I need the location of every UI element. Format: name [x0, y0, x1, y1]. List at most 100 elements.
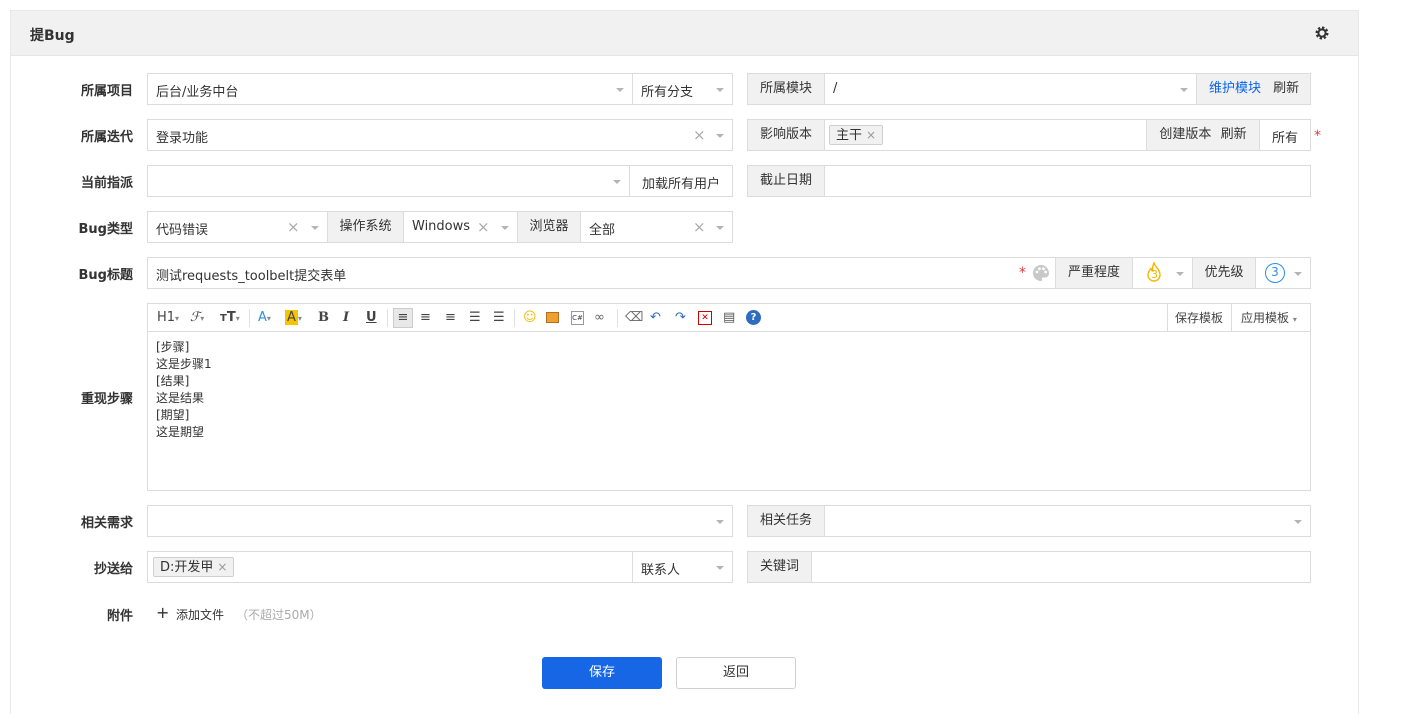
module-actions: 维护模块 刷新: [1196, 73, 1311, 105]
build-select[interactable]: 主干 ×: [824, 119, 1147, 151]
heading-button[interactable]: H1▾: [157, 309, 179, 327]
steps-line: 这是步骤1: [156, 357, 212, 371]
clear-icon[interactable]: ×: [693, 218, 706, 236]
mailto-select[interactable]: D:开发甲 ×: [147, 551, 633, 583]
align-right-icon[interactable]: ≡: [445, 309, 456, 327]
remove-tag-icon[interactable]: ×: [866, 128, 876, 142]
mailto-tag: D:开发甲 ×: [153, 557, 235, 577]
back-button[interactable]: 返回: [676, 657, 796, 689]
steps-editor[interactable]: [步骤] 这是步骤1 [结果] 这是结果 [期望] 这是期望: [147, 331, 1311, 491]
add-file-link[interactable]: 添加文件: [176, 606, 224, 623]
priority-select[interactable]: 3: [1255, 257, 1311, 289]
maintain-module-link[interactable]: 维护模块: [1209, 81, 1261, 96]
unordered-list-icon[interactable]: ☰: [493, 309, 505, 327]
italic-button[interactable]: I: [343, 309, 349, 327]
ordered-list-icon[interactable]: ☰: [469, 309, 481, 327]
save-template-button[interactable]: 保存模板: [1175, 309, 1223, 327]
steps-line: 这是期望: [156, 425, 205, 439]
align-center-icon[interactable]: ≡: [420, 309, 431, 327]
palette-icon[interactable]: [1031, 263, 1051, 283]
refresh-module-link[interactable]: 刷新: [1273, 81, 1299, 96]
create-build-link[interactable]: 创建版本: [1159, 127, 1211, 142]
iteration-label: 所属迭代: [80, 130, 133, 145]
clear-icon[interactable]: ×: [693, 126, 706, 144]
build-addon: 影响版本: [747, 119, 825, 151]
emoji-icon[interactable]: ☺: [523, 309, 537, 327]
story-label: 相关需求: [80, 516, 133, 531]
story-select[interactable]: [147, 505, 733, 537]
redo-icon[interactable]: ↷: [675, 309, 686, 327]
chevron-down-icon: [311, 226, 319, 230]
os-addon: 操作系统: [327, 211, 404, 243]
all-builds-toggle[interactable]: 所有: [1259, 119, 1311, 151]
refresh-build-link[interactable]: 刷新: [1221, 127, 1247, 142]
severity-addon: 严重程度: [1055, 257, 1133, 289]
os-select[interactable]: Windows ×: [403, 211, 518, 243]
eraser-icon[interactable]: ⌫: [625, 309, 643, 327]
remove-tag-icon[interactable]: ×: [217, 560, 227, 574]
keywords-addon: 关键词: [747, 551, 812, 583]
undo-icon[interactable]: ↶: [650, 309, 661, 327]
assign-label: 当前指派: [80, 176, 133, 191]
bug-type-select[interactable]: 代码错误 ×: [147, 211, 328, 243]
help-icon[interactable]: ?: [746, 310, 761, 325]
steps-label: 重现步骤: [80, 392, 133, 407]
font-color-button[interactable]: A▾: [258, 309, 271, 327]
clear-icon[interactable]: ×: [287, 218, 300, 236]
task-addon: 相关任务: [747, 505, 825, 537]
clear-icon[interactable]: ×: [477, 218, 490, 236]
link-icon[interactable]: ∞: [594, 309, 605, 327]
editor-toolbar: H1▾ ℱ▾ TT▾ A▾ A ▾ B I U ≡ ≡ ≡ ☰ ☰ ☺ C# ∞ …: [147, 303, 1311, 332]
chevron-down-icon: [716, 88, 724, 92]
chevron-down-icon: [501, 226, 509, 230]
branch-select[interactable]: 所有分支: [632, 73, 733, 105]
keywords-input[interactable]: [811, 551, 1311, 583]
steps-line: [期望]: [156, 408, 190, 422]
required-mark: *: [1314, 128, 1321, 144]
product-select[interactable]: 后台/业务中台: [147, 73, 633, 105]
image-icon[interactable]: [546, 312, 559, 323]
load-all-users-button[interactable]: 加载所有用户: [629, 165, 733, 197]
plus-icon[interactable]: +: [156, 603, 169, 622]
required-mark: *: [1019, 265, 1026, 281]
steps-line: 这是结果: [156, 391, 205, 405]
task-select[interactable]: [824, 505, 1311, 537]
highlight-button[interactable]: A ▾: [285, 309, 302, 327]
module-select[interactable]: /: [824, 73, 1197, 105]
chevron-down-icon: [1294, 272, 1302, 276]
chevron-down-icon: [1176, 272, 1184, 276]
chevron-down-icon: [716, 226, 724, 230]
bold-button[interactable]: B: [318, 309, 329, 327]
apply-template-button[interactable]: 应用模板 ▾: [1241, 309, 1297, 327]
module-addon: 所属模块: [747, 73, 825, 105]
build-tag: 主干 ×: [829, 125, 884, 145]
title-label: Bug标题: [78, 268, 133, 283]
fullscreen-icon[interactable]: ✕: [698, 311, 712, 325]
assign-select[interactable]: [147, 165, 630, 197]
chevron-down-icon: [716, 520, 724, 524]
severity-select[interactable]: 3: [1132, 257, 1193, 289]
underline-button[interactable]: U: [366, 309, 377, 327]
chevron-down-icon: [1294, 520, 1302, 524]
save-button[interactable]: 保存: [542, 657, 662, 689]
steps-line: [步骤]: [156, 340, 190, 354]
deadline-input[interactable]: [824, 165, 1311, 197]
file-size-hint: （不超过50M）: [236, 608, 322, 622]
code-icon[interactable]: C#: [571, 311, 584, 325]
iteration-select[interactable]: 登录功能 ×: [147, 119, 733, 151]
contacts-select[interactable]: 联系人: [632, 551, 733, 583]
title-input[interactable]: 测试requests_toolbelt提交表单 *: [147, 257, 1056, 289]
paste-icon[interactable]: ▤: [723, 309, 735, 327]
align-left-icon[interactable]: ≡: [393, 308, 413, 328]
font-size-button[interactable]: TT▾: [220, 309, 240, 327]
chevron-down-icon: [1180, 88, 1188, 92]
gear-icon[interactable]: [1314, 25, 1330, 41]
mailto-label: 抄送给: [93, 562, 133, 577]
panel-title: 提Bug: [30, 28, 75, 44]
priority-circle: 3: [1265, 263, 1285, 283]
browser-select[interactable]: 全部 ×: [580, 211, 733, 243]
chevron-down-icon: [716, 566, 724, 570]
font-family-button[interactable]: ℱ▾: [190, 309, 204, 327]
chevron-down-icon: [613, 180, 621, 184]
panel-header: 提Bug: [11, 11, 1358, 56]
